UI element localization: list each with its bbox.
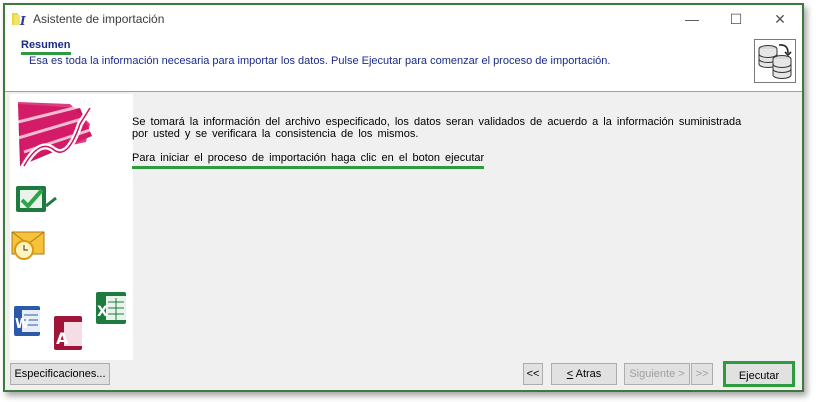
outlook-envelope-icon	[11, 231, 45, 260]
back-button[interactable]: < Atras	[551, 363, 617, 385]
specifications-button[interactable]: Especificaciones...	[10, 363, 110, 385]
sidebar-illustration: W A X	[10, 94, 133, 360]
wizard-header: Resumen Esa es toda la información neces…	[5, 33, 802, 92]
title-bar: I Asistente de importación — ☐ ✕	[5, 5, 802, 34]
excel-icon: X	[96, 292, 126, 324]
word-icon: W	[14, 306, 40, 336]
maximize-button[interactable]: ☐	[714, 5, 758, 33]
window-title: Asistente de importación	[33, 12, 165, 26]
instruction-text: Para iniciar el proceso de importación h…	[132, 152, 485, 169]
close-button[interactable]: ✕	[758, 5, 802, 33]
svg-text:A: A	[56, 329, 69, 348]
access-icon: A	[54, 316, 82, 350]
step-description: Esa es toda la información necesaria par…	[29, 55, 611, 67]
svg-text:W: W	[15, 317, 29, 332]
app-icon: I	[12, 13, 26, 27]
next-button[interactable]: Siguiente >	[624, 363, 690, 385]
chart-trend-icon	[17, 102, 93, 169]
import-wizard-window: I Asistente de importación — ☐ ✕ Resumen…	[3, 3, 804, 392]
execute-button[interactable]: Ejecutar	[723, 361, 795, 387]
svg-text:I: I	[19, 14, 26, 27]
summary-content: Se tomará la información del archivo esp…	[132, 116, 762, 169]
summary-paragraph: Se tomará la información del archivo esp…	[132, 116, 742, 140]
database-transfer-icon	[754, 39, 796, 83]
first-step-button[interactable]: <<	[523, 363, 543, 385]
excel-check-icon	[16, 186, 57, 212]
step-title: Resumen	[21, 39, 71, 55]
last-step-button[interactable]: >>	[691, 363, 713, 385]
minimize-button[interactable]: —	[670, 5, 714, 33]
svg-text:X: X	[97, 304, 108, 320]
